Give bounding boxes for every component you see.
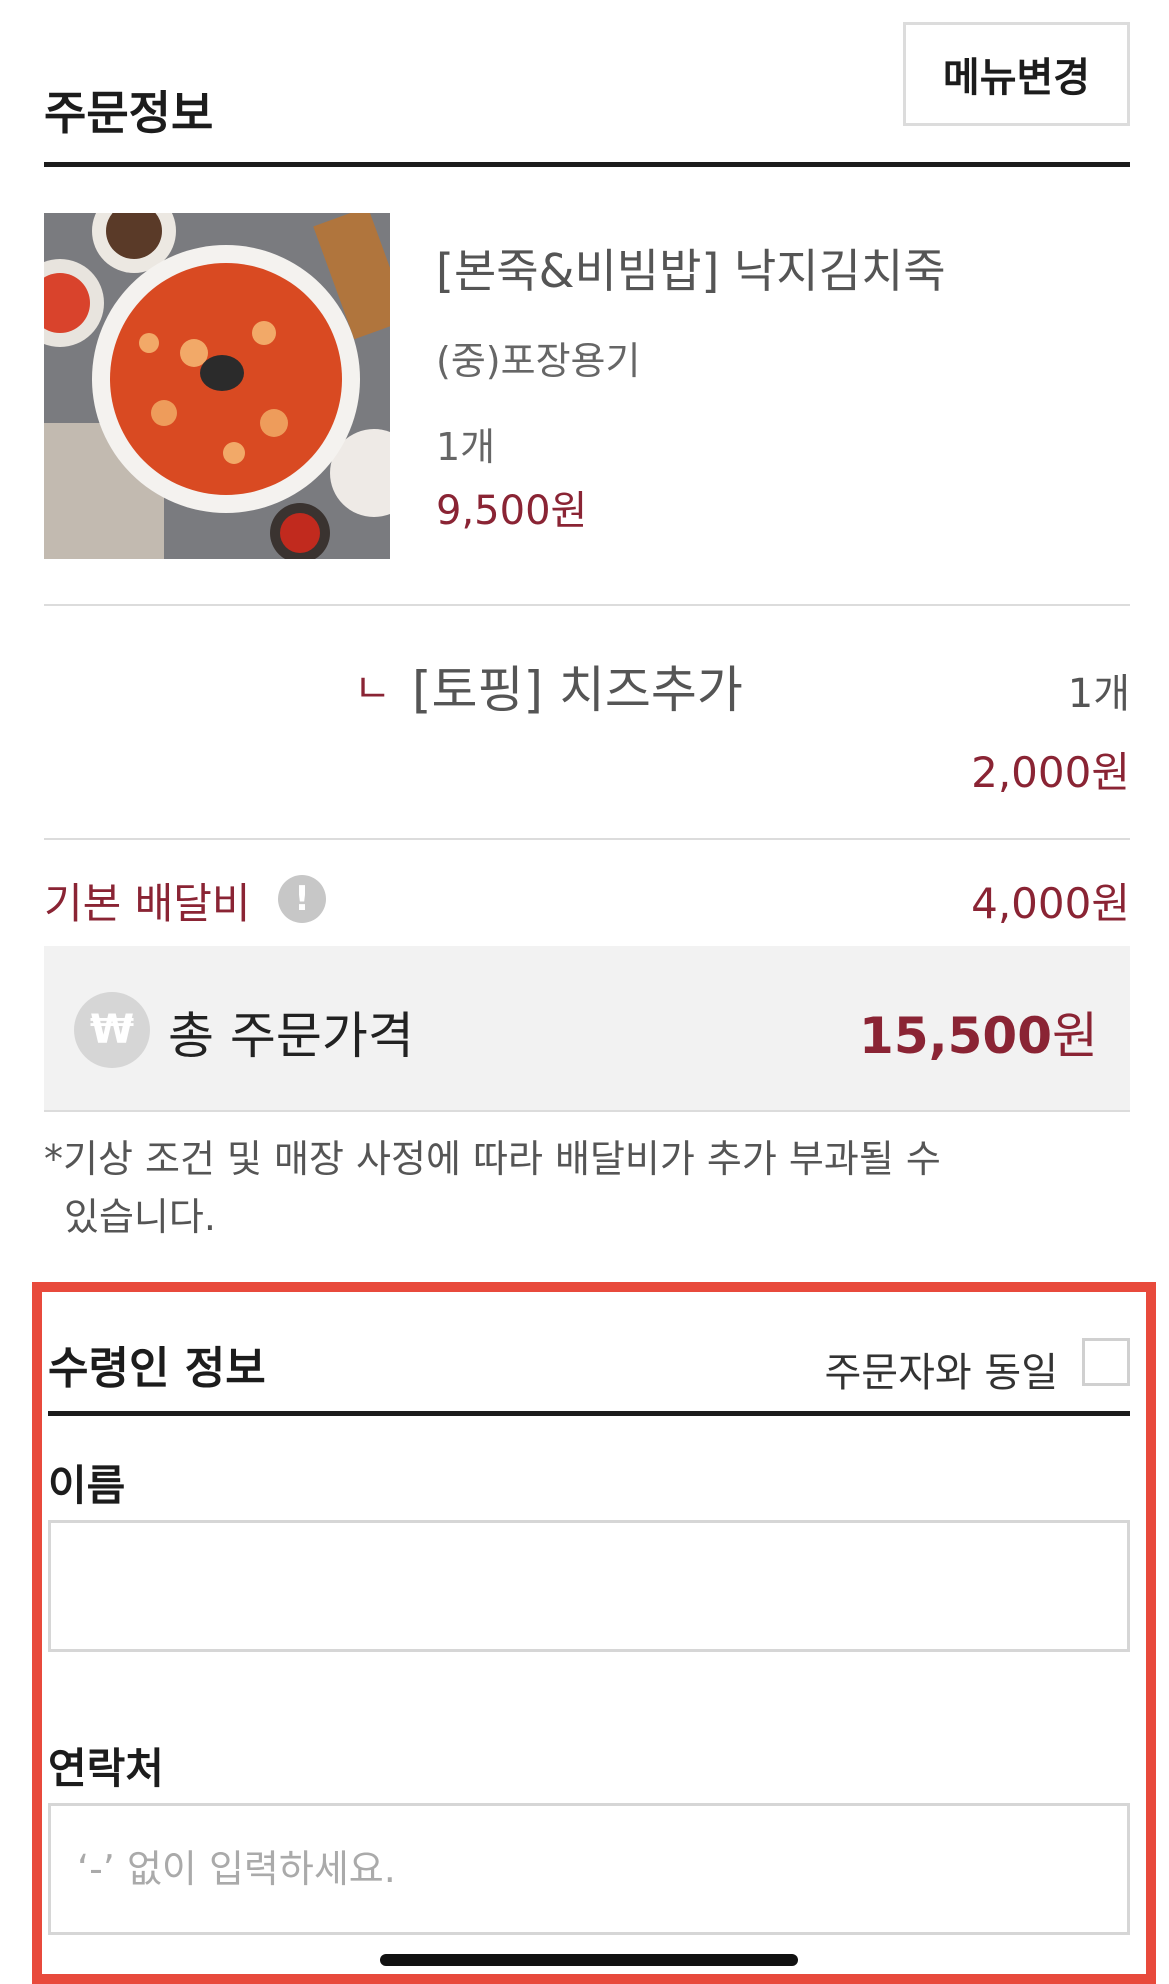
info-icon[interactable]: ! — [278, 875, 326, 923]
delivery-fee-label: 기본 배달비 — [44, 879, 251, 928]
sub-item-arrow-icon: ㄴ — [354, 666, 391, 712]
product-name: [본죽&비빔밥] 낙지김치죽 — [436, 244, 946, 298]
order-info-title: 주문정보 — [44, 86, 214, 140]
topping-name: [토핑] 치즈추가 — [412, 661, 743, 719]
same-as-orderer-checkbox[interactable] — [1082, 1338, 1130, 1386]
delivery-fee-row: 기본 배달비 ! 4,000원 — [44, 840, 1130, 946]
delivery-notice: *기상 조건 및 매장 사정에 따라 배달비가 추가 부과될 수 있습니다. — [44, 1130, 1044, 1246]
total-price-box: ₩ 총 주문가격 15,500원 — [44, 946, 1130, 1112]
product-price: 9,500원 — [436, 488, 588, 534]
topping-price: 2,000원 — [971, 748, 1130, 797]
total-price-amount: 15,500 — [859, 1007, 1052, 1065]
total-price-unit: 원 — [1052, 1007, 1098, 1065]
name-field[interactable] — [48, 1520, 1130, 1652]
recipient-info-header: 수령인 정보 주문자와 동일 — [48, 1310, 1130, 1416]
notice-line-1: *기상 조건 및 매장 사정에 따라 배달비가 추가 부과될 수 — [44, 1137, 941, 1181]
product-photo — [44, 213, 390, 559]
product-item: [본죽&비빔밥] 낙지김치죽 (중)포장용기 1개 9,500원 — [44, 213, 1130, 606]
home-indicator — [380, 1954, 798, 1966]
product-package: (중)포장용기 — [436, 339, 641, 383]
total-price-label: 총 주문가격 — [168, 1007, 414, 1065]
name-label: 이름 — [48, 1461, 126, 1510]
notice-line-2: 있습니다. — [64, 1195, 216, 1239]
delivery-fee-value: 4,000원 — [971, 879, 1130, 928]
total-price-value: 15,500원 — [859, 996, 1098, 1068]
won-icon: ₩ — [74, 992, 150, 1068]
menu-change-button[interactable]: 메뉴변경 — [903, 22, 1130, 126]
product-quantity: 1개 — [436, 425, 496, 469]
phone-field[interactable] — [48, 1803, 1130, 1935]
recipient-info-title: 수령인 정보 — [48, 1343, 266, 1394]
topping-item: ㄴ [토핑] 치즈추가 1개 2,000원 — [44, 606, 1130, 840]
topping-quantity: 1개 — [1067, 671, 1130, 717]
order-info-header: 주문정보 메뉴변경 — [44, 22, 1130, 167]
same-as-orderer-label[interactable]: 주문자와 동일 — [824, 1340, 1058, 1398]
phone-label: 연락처 — [48, 1744, 164, 1793]
product-image — [44, 213, 390, 559]
